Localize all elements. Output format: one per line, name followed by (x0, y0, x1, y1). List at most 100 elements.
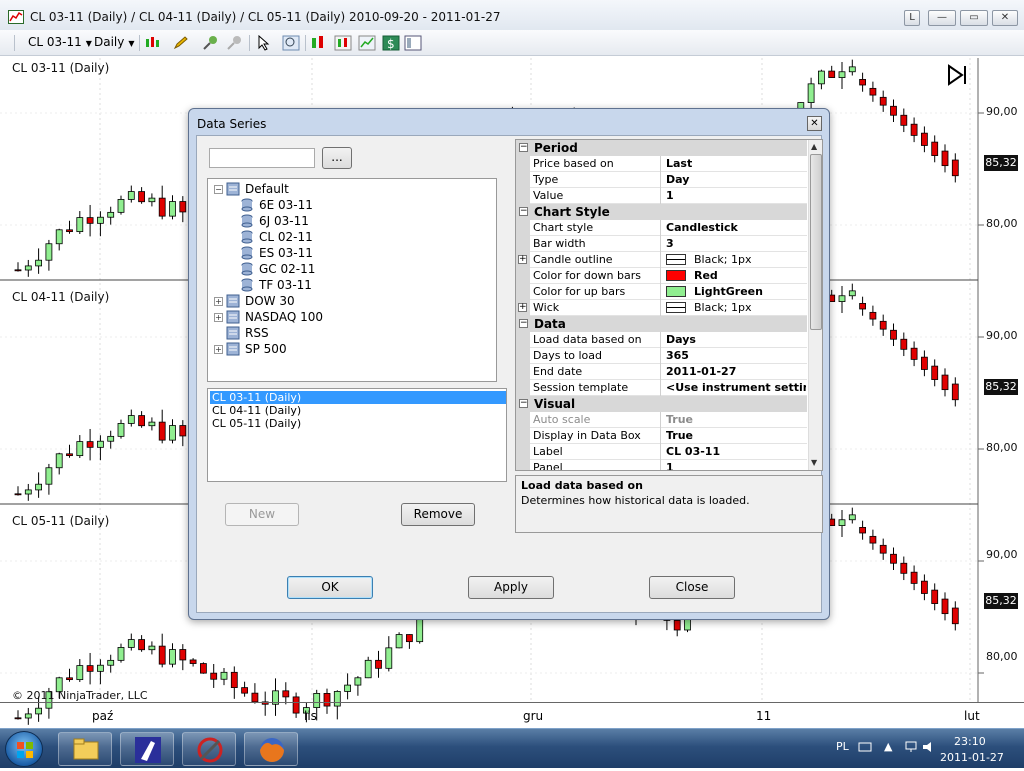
candle-body[interactable] (24, 489, 32, 495)
candle-body[interactable] (169, 649, 176, 665)
candle-body[interactable] (951, 607, 959, 625)
candle-body[interactable] (97, 216, 104, 224)
candle-body[interactable] (179, 425, 187, 437)
chart-icon[interactable] (358, 34, 376, 52)
close-button[interactable]: Close (649, 576, 735, 599)
candle-body[interactable] (859, 526, 866, 534)
tree-leaf[interactable]: CL 02-11 (240, 229, 313, 245)
candle-body[interactable] (97, 664, 104, 672)
candle-body[interactable] (838, 519, 846, 526)
property-value[interactable]: LightGreen (666, 284, 806, 300)
magnifier-icon[interactable] (282, 34, 300, 52)
candle-body[interactable] (148, 421, 156, 427)
candle-body[interactable] (890, 105, 897, 116)
candle-body[interactable] (251, 692, 259, 703)
candle-body[interactable] (117, 423, 125, 437)
candle-body[interactable] (241, 687, 249, 694)
candle-body[interactable] (158, 645, 166, 665)
candle-body[interactable] (169, 425, 176, 441)
property-row[interactable]: Type Day (516, 172, 807, 188)
series-item[interactable]: CL 05-11 (Daily) (210, 417, 506, 430)
property-value[interactable]: 1 (666, 188, 806, 204)
property-row[interactable]: End date 2011-01-27 (516, 364, 807, 380)
collapse-icon[interactable]: − (519, 319, 528, 328)
candle-body[interactable] (344, 684, 352, 692)
expand-icon[interactable]: + (214, 344, 223, 354)
play-end-icon[interactable] (946, 64, 970, 86)
remove-button[interactable]: Remove (401, 503, 475, 526)
candle-body[interactable] (66, 229, 73, 233)
candle-body[interactable] (838, 71, 846, 78)
candle-body[interactable] (35, 483, 42, 491)
candle-body[interactable] (941, 598, 949, 615)
strategy-icon[interactable] (334, 34, 352, 52)
property-value[interactable]: Candlestick (666, 220, 806, 236)
candle-body[interactable] (869, 87, 877, 96)
candle-body[interactable] (127, 639, 135, 648)
candle-body[interactable] (86, 441, 94, 448)
candle-body[interactable] (921, 356, 928, 370)
candle-body[interactable] (45, 467, 53, 485)
property-value[interactable]: Black; 1px (666, 252, 806, 268)
candle-body[interactable] (941, 150, 949, 167)
candle-body[interactable] (76, 217, 84, 233)
period-dropdown[interactable]: Daily ▼ (94, 35, 135, 49)
property-value[interactable]: <Use instrument settings> (666, 380, 806, 396)
property-row[interactable]: + Candle outline Black; 1px (516, 252, 807, 268)
candle-body[interactable] (66, 453, 73, 457)
candle-body[interactable] (107, 435, 115, 442)
candle-body[interactable] (859, 78, 866, 86)
property-row[interactable]: Auto scale True (516, 412, 807, 428)
candle-body[interactable] (921, 580, 928, 594)
instrument-dropdown[interactable]: CL 03-11 ▼ (28, 35, 92, 49)
candle-body[interactable] (931, 589, 939, 604)
property-value[interactable]: 3 (666, 236, 806, 252)
link-button[interactable]: L (904, 10, 920, 26)
tree-leaf[interactable]: 6J 03-11 (240, 213, 309, 229)
minimize-button[interactable]: — (928, 10, 956, 26)
dollar-icon[interactable]: $ (382, 34, 400, 52)
property-row[interactable]: Load data based on Days (516, 332, 807, 348)
candle-body[interactable] (931, 141, 939, 156)
candle-body[interactable] (879, 96, 887, 106)
instrument-tree[interactable]: − Default 6E 03-11 6J 03-11 CL 02-11 ES … (207, 178, 497, 382)
property-row[interactable]: Chart style Candlestick (516, 220, 807, 236)
taskbar-ninja-logo[interactable] (182, 732, 236, 766)
properties-icon[interactable] (404, 34, 422, 52)
clock-time[interactable]: 23:10 (954, 735, 986, 748)
candle-body[interactable] (818, 70, 825, 85)
candle-body[interactable] (828, 70, 836, 78)
candle-body[interactable] (869, 535, 877, 544)
candle-body[interactable] (385, 647, 393, 669)
keyboard-icon[interactable] (858, 741, 872, 753)
collapse-icon[interactable]: − (519, 207, 528, 216)
candle-body[interactable] (35, 259, 42, 267)
tree-leaf[interactable]: ES 03-11 (240, 245, 313, 261)
candle-body[interactable] (158, 421, 166, 441)
candle-body[interactable] (900, 338, 908, 350)
zoom-in-icon[interactable] (202, 34, 220, 52)
ok-button[interactable]: OK (287, 576, 373, 599)
property-row[interactable]: Panel 1 (516, 460, 807, 470)
candle-body[interactable] (890, 553, 897, 564)
candle-body[interactable] (148, 197, 156, 203)
candle-body[interactable] (220, 671, 228, 680)
candle-body[interactable] (364, 659, 372, 679)
network-icon[interactable] (904, 741, 918, 753)
property-row[interactable]: Label CL 03-11 (516, 444, 807, 460)
scroll-up-icon[interactable]: ▲ (811, 142, 817, 151)
language-indicator[interactable]: PL (836, 740, 849, 753)
candle-body[interactable] (97, 440, 104, 448)
tree-node-dow30[interactable]: + DOW 30 (214, 293, 295, 309)
candle-body[interactable] (117, 647, 125, 661)
data-series-icon[interactable] (310, 34, 328, 52)
candle-body[interactable] (86, 665, 94, 672)
candle-body[interactable] (395, 634, 403, 649)
selected-series-list[interactable]: CL 03-11 (Daily) CL 04-11 (Daily) CL 05-… (207, 388, 507, 482)
taskbar-firefox[interactable] (244, 732, 298, 766)
candle-body[interactable] (941, 374, 949, 391)
tree-node-rss[interactable]: RSS (226, 325, 269, 341)
candle-body[interactable] (55, 229, 63, 245)
candle-body[interactable] (859, 302, 866, 310)
candle-body[interactable] (879, 320, 887, 330)
